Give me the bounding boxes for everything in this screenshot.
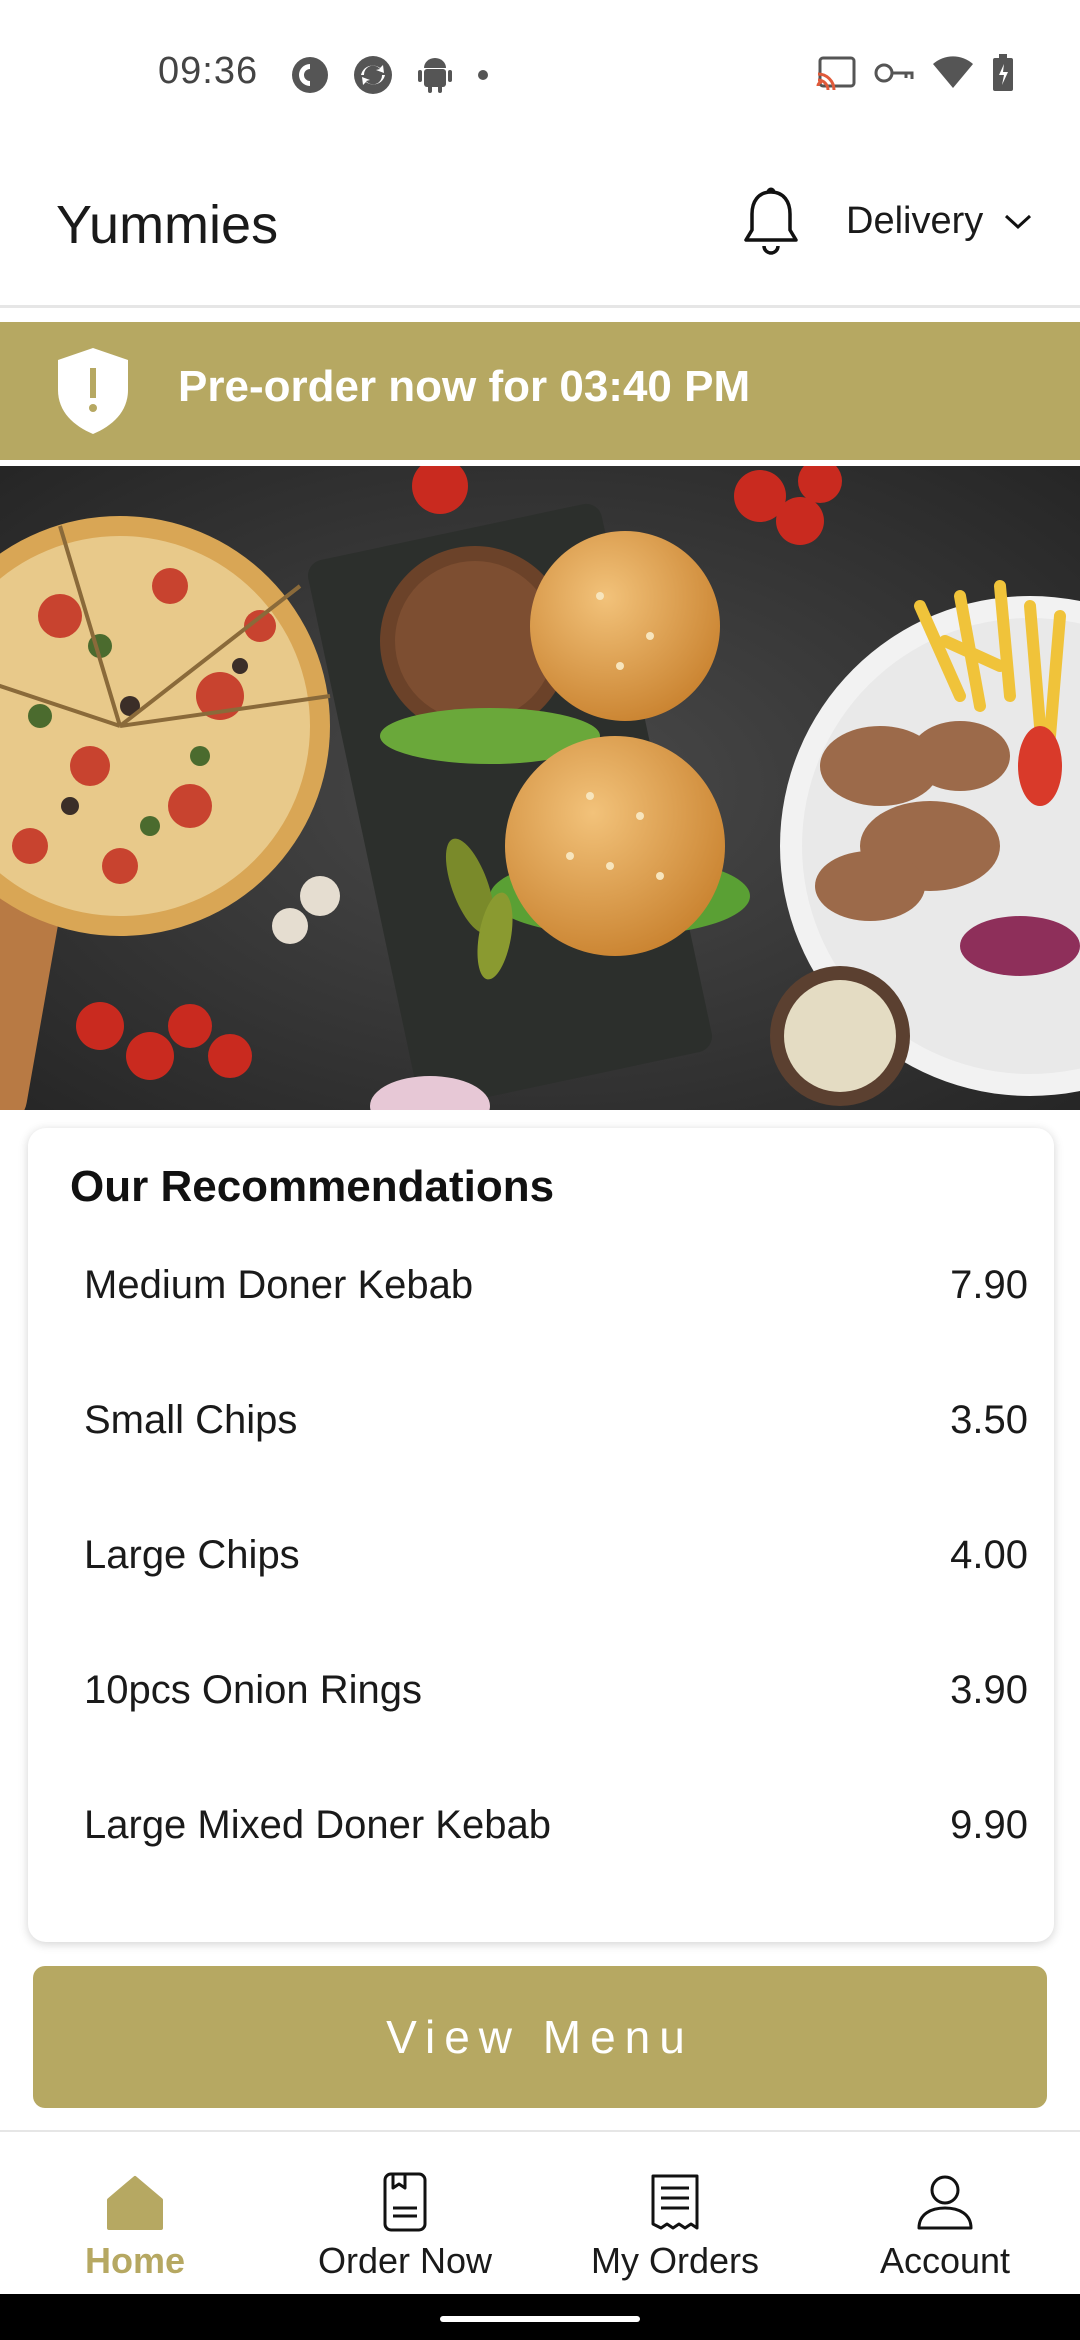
nav-label-my-orders: My Orders (590, 2240, 759, 2281)
status-time: 09:36 (158, 50, 259, 92)
delivery-dropdown[interactable]: Delivery (846, 200, 1033, 243)
nav-item-home[interactable]: Home (0, 2132, 270, 2296)
nav-item-my-orders[interactable]: My Orders (540, 2132, 810, 2296)
nav-item-account[interactable]: Account (810, 2132, 1080, 2296)
chevron-down-icon (1005, 214, 1032, 229)
item-price: 4.00 (950, 1533, 1028, 1577)
user-icon (917, 2175, 973, 2230)
home-icon (107, 2176, 163, 2230)
list-item[interactable]: Small Chips 3.50 (84, 1353, 1028, 1488)
status-bar: 09:36 (0, 0, 1080, 150)
nav-item-order-now[interactable]: Order Now (270, 2132, 540, 2296)
list-item[interactable]: Medium Doner Kebab 7.90 (84, 1218, 1028, 1353)
hero-food-illustration (0, 466, 1080, 1110)
list-item[interactable]: 10pcs Onion Rings 3.90 (84, 1623, 1028, 1758)
bell-icon[interactable] (740, 186, 802, 260)
delivery-label: Delivery (846, 200, 984, 242)
list-item[interactable]: Large Mixed Doner Kebab 9.90 (84, 1758, 1028, 1893)
recommendations-list: Medium Doner Kebab 7.90 Small Chips 3.50… (84, 1218, 1028, 1893)
item-name: Medium Doner Kebab (84, 1263, 474, 1307)
vpn-key-icon (874, 63, 914, 83)
item-price: 3.90 (950, 1668, 1028, 1712)
item-price: 9.90 (950, 1803, 1028, 1847)
item-name: Large Chips (84, 1533, 300, 1577)
nav-label-account: Account (879, 2240, 1011, 2281)
view-menu-button[interactable]: View Menu (33, 1966, 1047, 2108)
nav-label-home: Home (84, 2240, 186, 2281)
preorder-banner: Pre-order now for 03:40 PM (0, 322, 1080, 460)
cast-icon (816, 56, 856, 90)
item-price: 3.50 (950, 1398, 1028, 1442)
app-header: Yummies Delivery (0, 150, 1080, 308)
recommendations-card: Our Recommendations Medium Doner Kebab 7… (28, 1128, 1054, 1942)
view-menu-label: View Menu (386, 2011, 694, 2063)
status-icons-left (290, 54, 490, 96)
battery-icon (993, 54, 1013, 91)
bottom-nav: Home Order Now My Orders Account (0, 2130, 1080, 2294)
list-item[interactable]: Large Chips 4.00 (84, 1488, 1028, 1623)
pocketcasts-icon (292, 57, 328, 93)
recommendations-title: Our Recommendations (70, 1162, 555, 1211)
preorder-text: Pre-order now for 03:40 PM (178, 362, 751, 411)
item-price: 7.90 (950, 1263, 1028, 1307)
item-name: 10pcs Onion Rings (84, 1668, 422, 1712)
status-icons-right (816, 54, 1014, 92)
item-name: Small Chips (84, 1398, 298, 1442)
gesture-handle[interactable] (440, 2316, 640, 2322)
item-name: Large Mixed Doner Kebab (84, 1803, 551, 1847)
receipt-icon (651, 2174, 699, 2230)
nav-label-order-now: Order Now (317, 2240, 493, 2281)
shield-alert-icon (58, 348, 128, 434)
menu-book-icon (383, 2172, 427, 2232)
hero-image (0, 466, 1080, 1110)
gesture-area (0, 2294, 1080, 2340)
wifi-icon (933, 56, 973, 88)
android-icon (418, 58, 452, 93)
app-title: Yummies (56, 195, 279, 255)
dot-icon (478, 70, 488, 80)
sync-icon (354, 56, 392, 94)
